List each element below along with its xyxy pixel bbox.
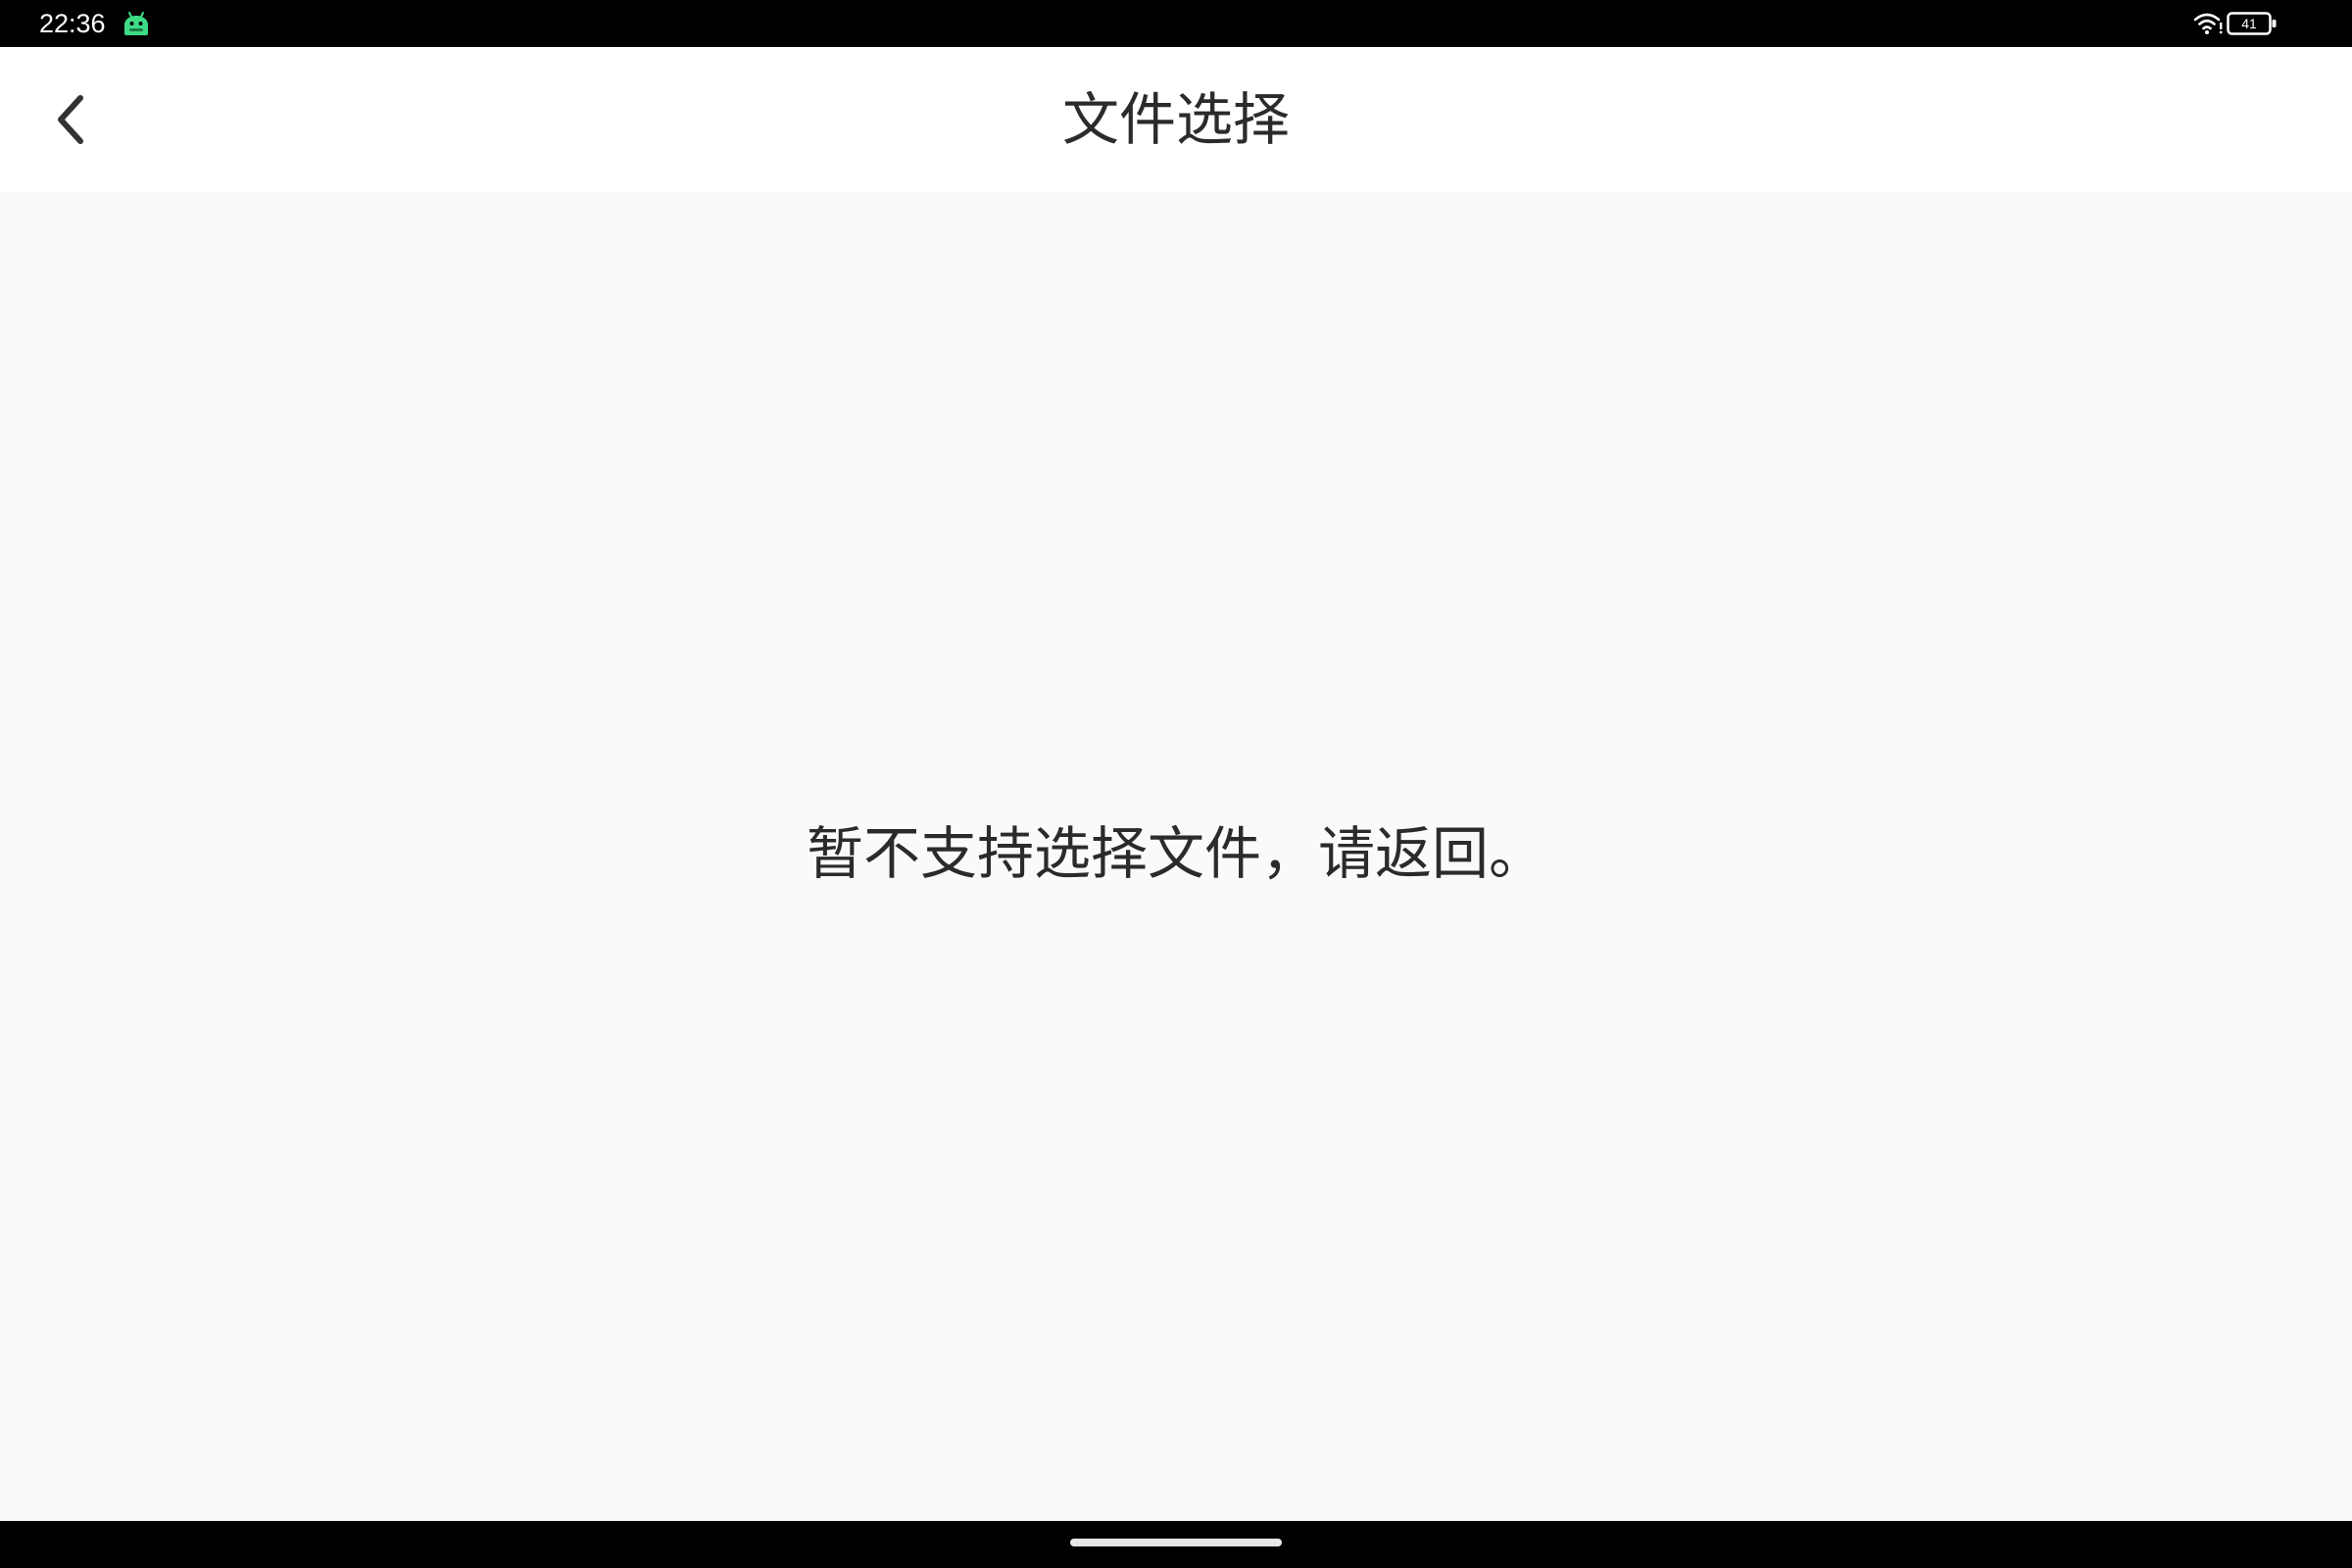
wifi-icon: [2193, 13, 2223, 34]
app-bar: 文件选择: [0, 47, 2352, 192]
chevron-left-icon: [58, 95, 83, 144]
empty-state-message: 暂不支持选择文件，请返回。: [806, 820, 1545, 887]
battery-icon: 41: [2227, 12, 2278, 35]
screen: 22:36 41 文件选择 暂不支持选择文件，请返回。: [0, 0, 2352, 1568]
content-area: 暂不支持选择文件，请返回。: [0, 192, 2352, 1521]
back-button[interactable]: [39, 84, 110, 155]
status-time: 22:36: [39, 9, 106, 38]
page-title: 文件选择: [1061, 86, 1290, 153]
status-bar: 22:36 41: [0, 0, 2352, 47]
battery-level: 41: [2241, 16, 2257, 31]
android-robot-icon: [124, 12, 148, 35]
navigation-bar: [0, 1521, 2352, 1568]
home-gesture-bar[interactable]: [1070, 1539, 1282, 1546]
